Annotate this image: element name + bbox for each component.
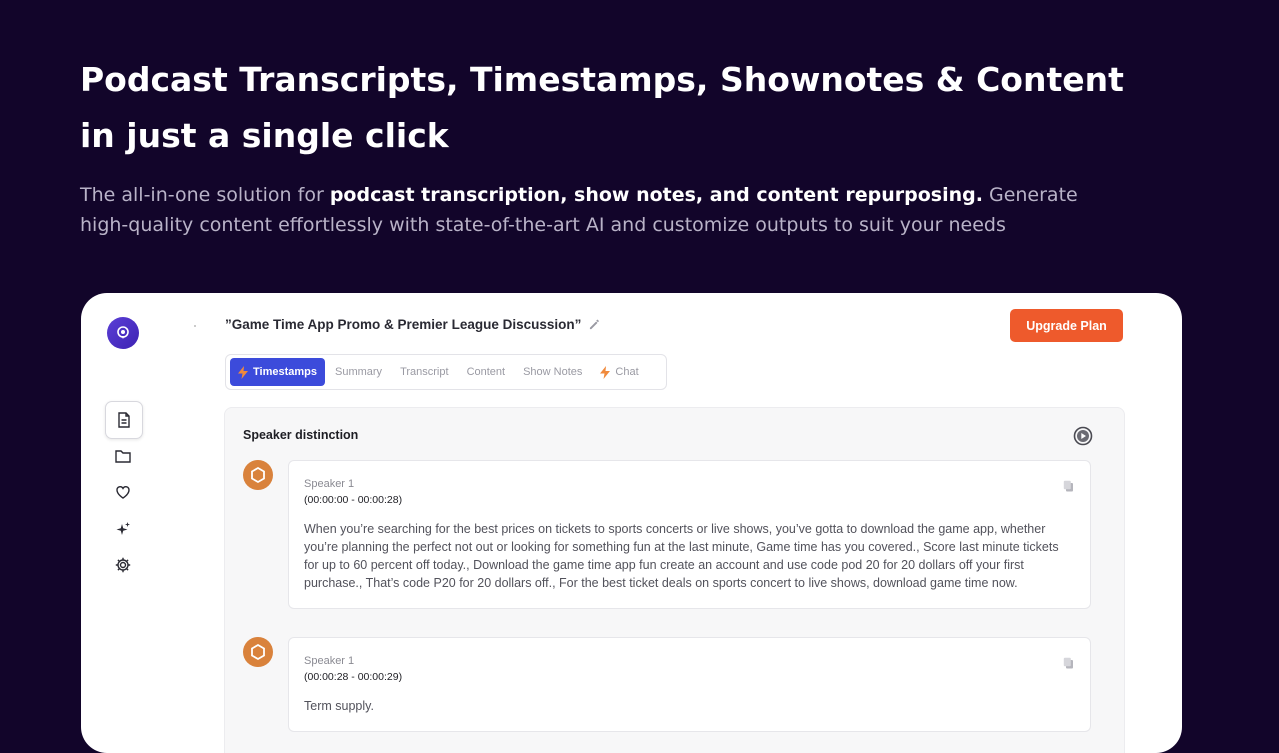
lightning-icon <box>600 365 611 379</box>
play-icon[interactable] <box>1073 426 1093 446</box>
tab-summary[interactable]: Summary <box>327 358 390 386</box>
timestamp-range: (00:00:28 - 00:00:29) <box>304 671 403 683</box>
hexagon-icon <box>251 643 265 661</box>
tab-label: Summary <box>335 366 383 378</box>
app-logo[interactable] <box>107 317 139 349</box>
app-preview: ”Game Time App Promo & Premier League Di… <box>81 293 1182 753</box>
speaker-distinction-panel: Speaker distinction Speaker 1 (00:00:00 … <box>224 407 1125 753</box>
tab-label: Content <box>466 366 506 378</box>
document-title[interactable]: ”Game Time App Promo & Premier League Di… <box>225 317 600 332</box>
copy-icon[interactable] <box>1063 480 1074 492</box>
speaker-name: Speaker 1 <box>304 478 355 490</box>
separator-dot <box>194 325 196 327</box>
speaker-name: Speaker 1 <box>304 655 355 667</box>
transcript-text: When you’re searching for the best price… <box>304 522 1059 590</box>
tab-label: Transcript <box>400 366 449 378</box>
sidebar-item-documents[interactable] <box>105 401 143 439</box>
lightning-icon <box>238 365 248 379</box>
speaker-avatar <box>243 637 273 667</box>
tab-content[interactable]: Content <box>459 358 514 386</box>
tab-label: Timestamps <box>253 366 317 378</box>
upgrade-plan-button[interactable]: Upgrade Plan <box>1010 309 1123 342</box>
sidebar-item-settings[interactable] <box>105 547 141 583</box>
tab-label: Chat <box>615 366 639 378</box>
copy-icon[interactable] <box>1063 657 1074 669</box>
tab-timestamps[interactable]: Timestamps <box>230 358 325 386</box>
folder-icon <box>115 450 131 463</box>
panel-title: Speaker distinction <box>243 428 359 442</box>
transcript-entry: Speaker 1 (00:00:28 - 00:00:29) Term sup… <box>288 637 1091 732</box>
tab-label: Show Notes <box>523 366 583 378</box>
hero-subtitle: The all-in-one solution for podcast tran… <box>80 180 1120 240</box>
content-tabs: Timestamps Summary Transcript Content Sh… <box>225 354 667 390</box>
hero-title-line-1: Podcast Transcripts, Timestamps, Shownot… <box>80 60 1124 99</box>
hero-title-line-2: in just a single click <box>80 116 449 155</box>
sidebar-item-favorites[interactable] <box>105 474 141 510</box>
sparkles-icon <box>116 522 130 535</box>
transcript-entry: Speaker 1 (00:00:00 - 00:00:28) When you… <box>288 460 1091 609</box>
speaker-avatar <box>243 460 273 490</box>
heart-icon <box>116 486 130 499</box>
hexagon-icon <box>251 466 265 484</box>
edit-pencil-icon[interactable] <box>589 319 600 330</box>
timestamp-range: (00:00:00 - 00:00:28) <box>304 494 403 506</box>
hero-subtitle-highlight: podcast transcription, show notes, and c… <box>329 184 983 206</box>
document-title-text: ”Game Time App Promo & Premier League Di… <box>225 317 582 332</box>
gear-icon <box>115 557 131 573</box>
document-icon <box>118 412 130 428</box>
transcript-text: Term supply. <box>304 699 374 713</box>
tab-show-notes[interactable]: Show Notes <box>515 358 590 386</box>
tab-chat[interactable]: Chat <box>592 358 646 386</box>
sidebar-item-folders[interactable] <box>105 438 141 474</box>
sidebar-item-ai[interactable] <box>105 511 141 547</box>
hero-subtitle-intro: The all-in-one solution for <box>80 184 330 206</box>
tab-transcript[interactable]: Transcript <box>392 358 457 386</box>
podcast-logo-icon <box>117 326 129 339</box>
hero-title: Podcast Transcripts, Timestamps, Shownot… <box>80 52 1124 164</box>
